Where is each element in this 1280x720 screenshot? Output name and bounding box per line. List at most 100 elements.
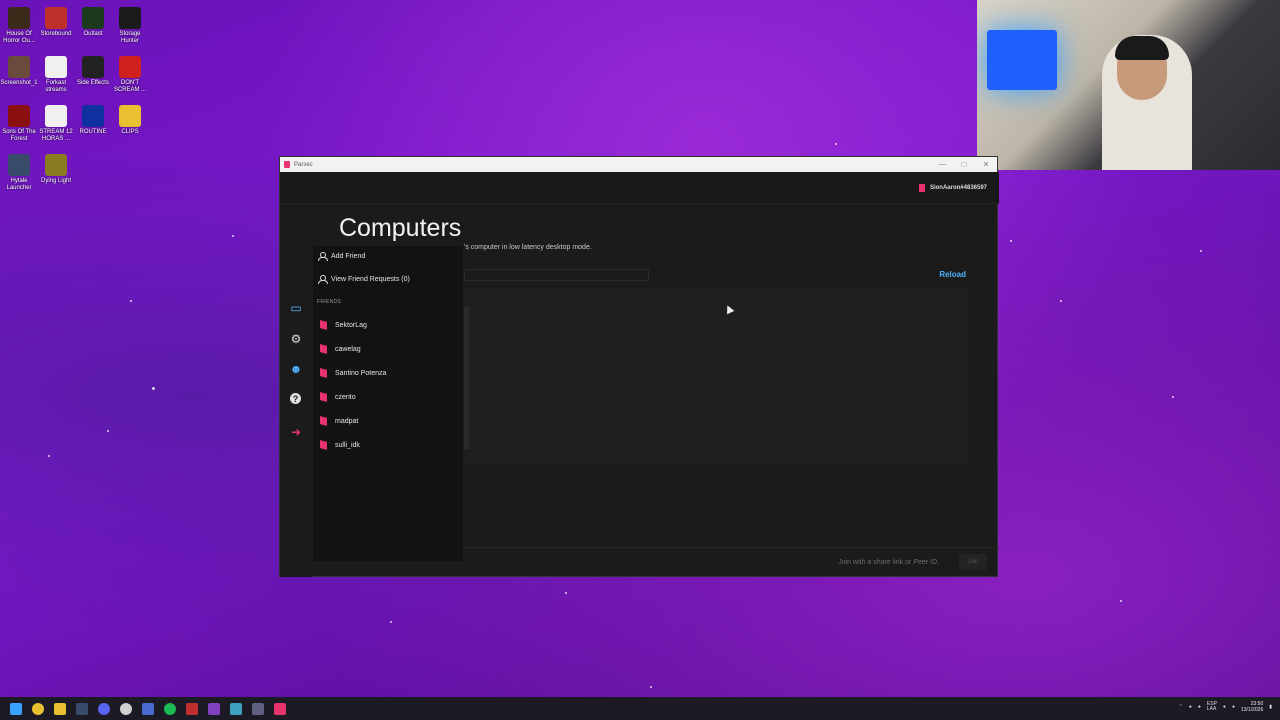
desktop-icon-6[interactable]: Forkast streams xyxy=(37,56,75,94)
parsec-logo-icon xyxy=(320,320,327,330)
steam-icon[interactable] xyxy=(76,702,88,715)
parsec-logo-icon xyxy=(320,440,327,450)
game-icon xyxy=(8,105,30,127)
app-header: SionAaron#4836597 xyxy=(280,172,999,204)
friend-item[interactable]: madpat xyxy=(313,414,463,428)
friend-name: cawelag xyxy=(335,345,361,353)
desktop-icon-5[interactable]: Screenshot_1 xyxy=(0,56,38,87)
wifi-icon[interactable]: ● xyxy=(1223,704,1226,710)
add-friend-button[interactable]: Add Friend xyxy=(313,252,365,261)
friends-icon[interactable]: ☻ xyxy=(289,362,303,376)
file-explorer-icon[interactable] xyxy=(54,702,66,715)
friend-name: SektorLag xyxy=(335,321,367,329)
background-monitor xyxy=(987,30,1057,90)
desktop-icon-9[interactable]: Sons Of The Forest xyxy=(0,105,38,143)
friend-item[interactable]: czerito xyxy=(313,390,463,404)
document-icon xyxy=(45,56,67,78)
help-icon[interactable]: ? xyxy=(290,393,301,404)
streamer-hair xyxy=(1115,36,1169,60)
app-icon[interactable] xyxy=(142,702,154,715)
clock[interactable]: 23:50 13/1/2026 xyxy=(1241,701,1263,713)
logout-icon[interactable]: ➜ xyxy=(289,425,303,439)
close-button[interactable]: ✕ xyxy=(975,160,997,169)
image-file-icon xyxy=(8,56,30,78)
user-badge[interactable]: SionAaron#4836597 xyxy=(918,184,987,192)
friend-item[interactable]: cawelag xyxy=(313,342,463,356)
window-titlebar[interactable]: Parsec — □ ✕ xyxy=(280,157,997,172)
mic-icon[interactable]: ● xyxy=(1198,704,1201,710)
window-title: Parsec xyxy=(294,161,313,168)
parsec-logo-icon xyxy=(320,392,327,402)
view-requests-label: View Friend Requests (0) xyxy=(331,275,410,283)
game-icon xyxy=(45,7,67,29)
notification-icon[interactable]: ▮ xyxy=(1269,704,1272,710)
document-icon xyxy=(45,105,67,127)
friends-section-header: FRIENDS xyxy=(317,299,342,305)
app-icon[interactable] xyxy=(230,702,242,715)
parsec-logo-icon xyxy=(320,416,327,426)
person-icon xyxy=(318,275,328,284)
game-icon xyxy=(82,105,104,127)
network-icon[interactable]: ● xyxy=(1189,704,1192,710)
friend-name: czerito xyxy=(335,393,356,401)
webcam-overlay xyxy=(977,0,1280,170)
reload-button[interactable]: Reload xyxy=(939,270,966,279)
parsec-logo-icon xyxy=(284,161,290,168)
add-person-icon xyxy=(318,252,328,261)
spotify-icon[interactable] xyxy=(164,702,176,715)
desktop-icon-7[interactable]: Side Effects xyxy=(74,56,112,87)
game-icon xyxy=(45,154,67,176)
username: SionAaron#4836597 xyxy=(929,185,987,191)
game-icon xyxy=(119,56,141,78)
left-nav: ▭ ⚙ ☻ ? ➜ xyxy=(280,204,312,577)
taskbar: ⌃ ● ● ESP LAA ● ● 23:50 13/1/2026 ▮ xyxy=(0,697,1280,720)
view-friend-requests-button[interactable]: View Friend Requests (0) xyxy=(313,275,410,284)
desktop-icon-13[interactable]: Hytale Launcher xyxy=(0,154,38,192)
parsec-logo-icon xyxy=(918,184,925,192)
friends-panel: Add Friend View Friend Requests (0) FRIE… xyxy=(313,246,463,561)
monitor-icon[interactable]: ▭ xyxy=(289,301,303,315)
discord-icon[interactable] xyxy=(98,702,110,715)
friend-item[interactable]: SektorLag xyxy=(313,318,463,332)
friend-name: madpat xyxy=(335,417,359,425)
desktop-icon-8[interactable]: DON'T SCREAM ... xyxy=(111,56,149,94)
desktop-icon-1[interactable]: House Of Horror Ou... xyxy=(0,7,38,45)
desktop-icon-12[interactable]: CLIPS xyxy=(111,105,149,136)
search-input[interactable] xyxy=(464,269,649,281)
windows-start-icon[interactable] xyxy=(10,702,22,715)
volume-icon[interactable]: ● xyxy=(1232,704,1235,710)
friend-item[interactable]: sulli_idk xyxy=(313,438,463,452)
desktop-icon-2[interactable]: Storebound xyxy=(37,7,75,38)
language-indicator[interactable]: ESP LAA xyxy=(1207,702,1217,712)
browser-icon[interactable] xyxy=(120,702,132,715)
join-bar: Join with a share link or Peer ID. Join xyxy=(464,547,999,577)
maximize-button[interactable]: □ xyxy=(953,160,975,169)
game-icon xyxy=(8,154,30,176)
desktop-icon-11[interactable]: ROUTINE xyxy=(74,105,112,136)
gear-icon[interactable]: ⚙ xyxy=(289,332,303,346)
folder-icon xyxy=(119,105,141,127)
system-tray: ⌃ ● ● ESP LAA ● ● 23:50 13/1/2026 ▮ xyxy=(1179,701,1272,713)
app-icon[interactable] xyxy=(252,702,264,715)
app-icon[interactable] xyxy=(186,702,198,715)
chrome-icon[interactable] xyxy=(32,702,44,715)
app-icon[interactable] xyxy=(208,702,220,715)
desktop-icon-4[interactable]: Storage Hunter xyxy=(111,7,149,45)
friend-item[interactable]: Santino Potenza xyxy=(313,366,463,380)
clock-date: 13/1/2026 xyxy=(1240,707,1264,713)
peer-id-input[interactable]: Join with a share link or Peer ID. xyxy=(838,559,939,566)
desktop-icon-10[interactable]: STREAM 12 HORAS ... xyxy=(37,105,75,143)
friend-name: sulli_idk xyxy=(335,441,360,449)
friend-name: Santino Potenza xyxy=(335,369,387,377)
desktop-icon-3[interactable]: Outlast xyxy=(74,7,112,38)
join-button[interactable]: Join xyxy=(959,554,987,570)
chevron-up-icon[interactable]: ⌃ xyxy=(1179,704,1183,710)
page-subtitle: 's computer in low latency desktop mode. xyxy=(464,244,592,251)
parsec-taskbar-icon[interactable] xyxy=(274,702,286,715)
game-icon xyxy=(119,7,141,29)
desktop-icon-14[interactable]: Dying Light xyxy=(37,154,75,185)
minimize-button[interactable]: — xyxy=(931,160,953,169)
parsec-logo-icon xyxy=(320,344,327,354)
scrollbar[interactable] xyxy=(464,307,469,449)
page-title: Computers xyxy=(339,214,462,242)
